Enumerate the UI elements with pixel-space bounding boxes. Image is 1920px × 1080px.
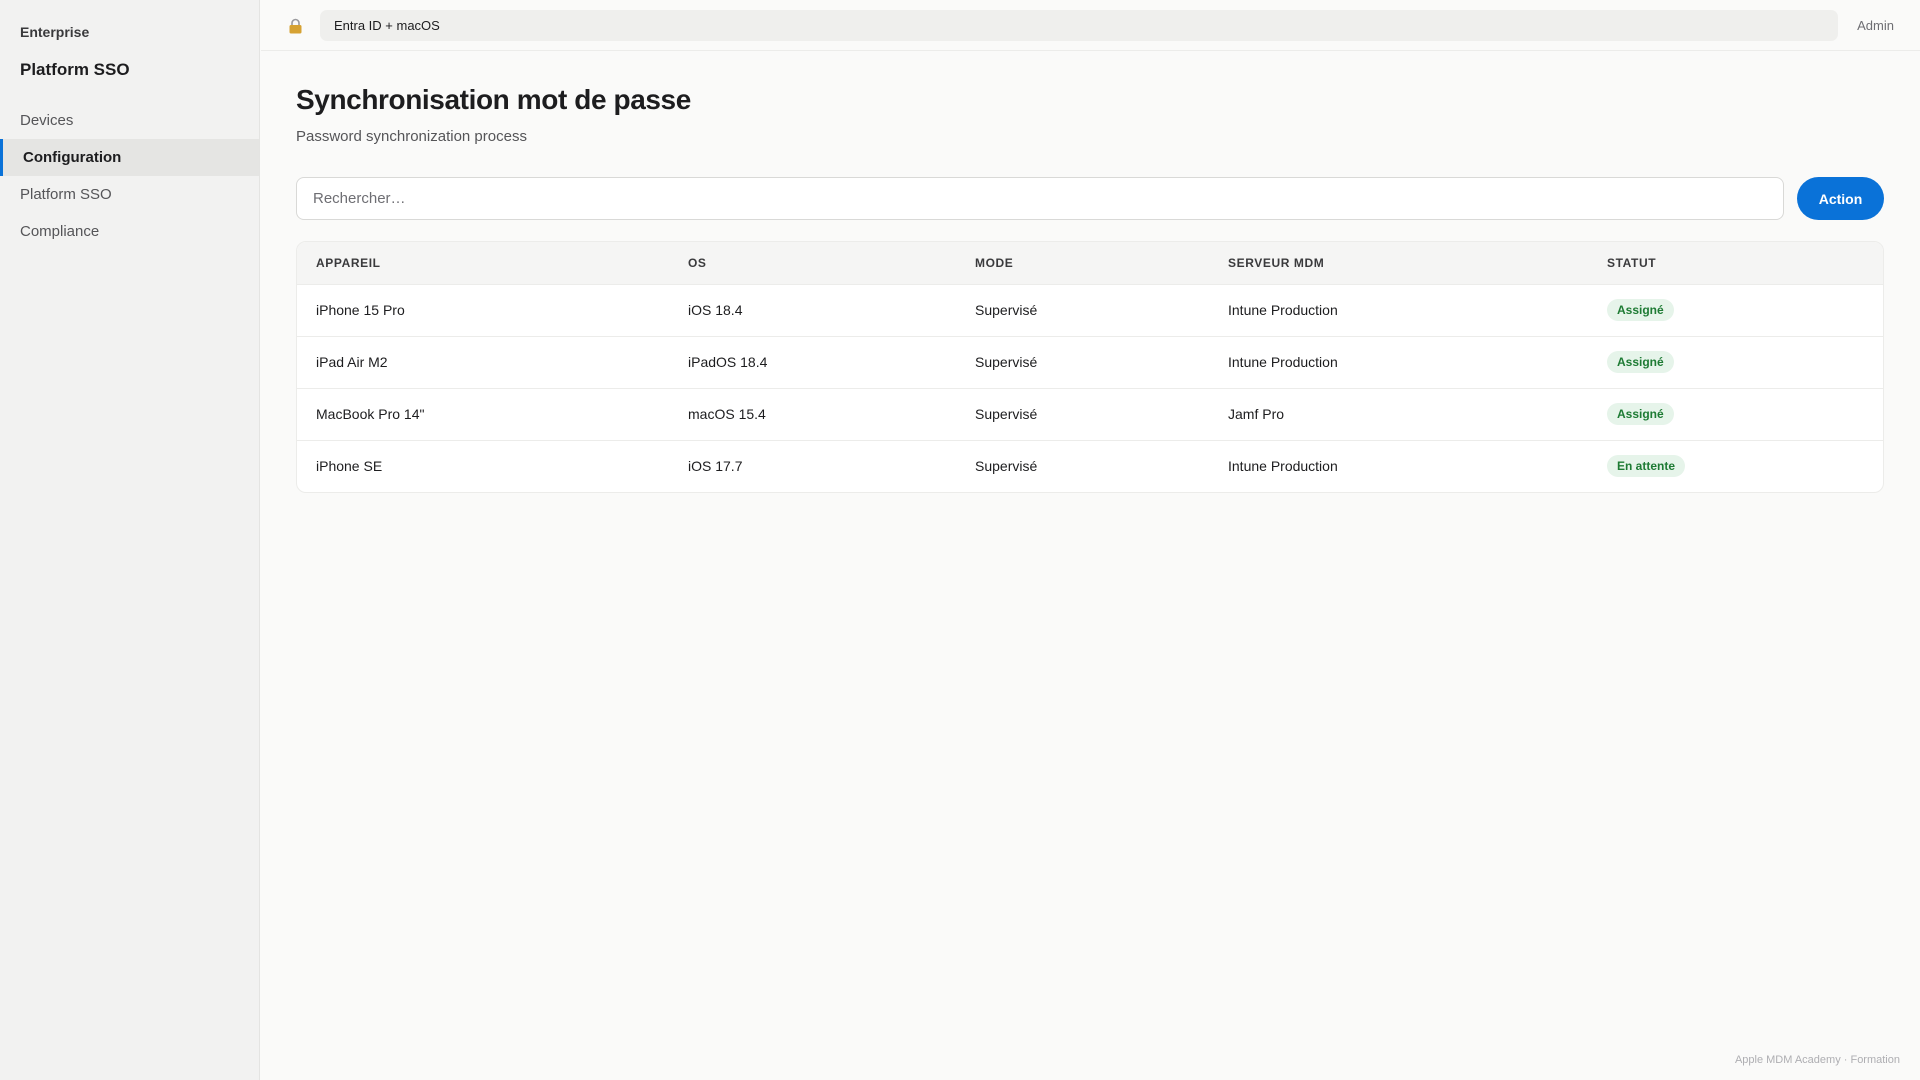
environment-selector[interactable]: Entra ID + macOS: [320, 10, 1838, 41]
cell-device: iPhone 15 Pro: [297, 284, 688, 337]
cell-mode: Supervisé: [975, 336, 1228, 389]
status-badge: Assigné: [1607, 403, 1674, 425]
brand-eyebrow: Enterprise: [20, 24, 90, 40]
brand-title: Platform SSO: [20, 60, 130, 79]
devices-table: APPAREIL OS MODE SERVEUR MDM STATUT iPho…: [296, 241, 1884, 493]
status-badge: Assigné: [1607, 299, 1674, 321]
cell-device: iPhone SE: [316, 458, 383, 475]
page-title: Synchronisation mot de passe: [296, 84, 691, 115]
table-row[interactable]: MacBook Pro 14" macOS 15.4 Supervisé Jam…: [297, 388, 1883, 441]
status-badge: Assigné: [1607, 351, 1674, 373]
cell-mdm-server: Intune Production: [1228, 336, 1607, 389]
table-row[interactable]: iPad Air M2 iPadOS 18.4 Supervisé Intune…: [297, 336, 1883, 389]
cell-status: Assigné: [1607, 284, 1883, 337]
sidebar-item-devices[interactable]: Devices: [0, 102, 259, 139]
column-header-os[interactable]: OS: [688, 242, 975, 285]
cell-status: Assigné: [1607, 388, 1883, 441]
cell-status: En attente: [1607, 440, 1883, 492]
column-header-mode[interactable]: MODE: [975, 242, 1228, 285]
sidebar-item-configuration[interactable]: Configuration: [0, 139, 259, 176]
cell-mode: Supervisé: [975, 458, 1038, 475]
table-row[interactable]: iPhone SE iOS 17.7 Supervisé Intune Prod…: [297, 440, 1883, 492]
table-row[interactable]: iPhone 15 Pro iOS 18.4 Supervisé Intune …: [297, 284, 1883, 337]
page-subtitle: Password synchronization process: [296, 128, 527, 145]
footer-note: Apple MDM Academy · Formation: [1734, 1054, 1900, 1066]
lock-icon: [289, 18, 302, 34]
cell-status: Assigné: [1607, 336, 1883, 389]
cell-device: MacBook Pro 14": [297, 388, 688, 441]
cell-device: iPad Air M2: [297, 336, 688, 389]
action-button[interactable]: Action: [1797, 177, 1884, 220]
table-header-row: APPAREIL OS MODE SERVEUR MDM STATUT: [297, 242, 1883, 285]
search-input[interactable]: [296, 177, 1784, 220]
sidebar-nav: Devices Configuration Platform SSO Compl…: [0, 102, 259, 250]
status-badge: En attente: [1607, 455, 1686, 478]
column-header-status[interactable]: STATUT: [1607, 242, 1883, 285]
cell-mdm-server: Intune Production: [1228, 458, 1338, 475]
column-header-mdm-server[interactable]: SERVEUR MDM: [1228, 242, 1607, 285]
column-header-device[interactable]: APPAREIL: [297, 242, 688, 285]
cell-mode: Supervisé: [975, 388, 1228, 441]
cell-mdm-server: Intune Production: [1228, 284, 1607, 337]
sidebar-item-platform-sso[interactable]: Platform SSO: [0, 176, 259, 213]
cell-mode: Supervisé: [975, 284, 1228, 337]
topbar: Entra ID + macOS Admin: [261, 0, 1920, 51]
cell-mdm-server: Jamf Pro: [1228, 388, 1607, 441]
user-menu[interactable]: Admin: [1857, 18, 1894, 33]
cell-os: iOS 18.4: [688, 284, 975, 337]
sidebar-item-compliance[interactable]: Compliance: [0, 213, 259, 250]
sidebar: Enterprise Platform SSO Devices Configur…: [0, 0, 260, 1080]
cell-os: iPadOS 18.4: [688, 336, 975, 389]
cell-os: iOS 17.7: [688, 458, 743, 475]
cell-os: macOS 15.4: [688, 388, 975, 441]
